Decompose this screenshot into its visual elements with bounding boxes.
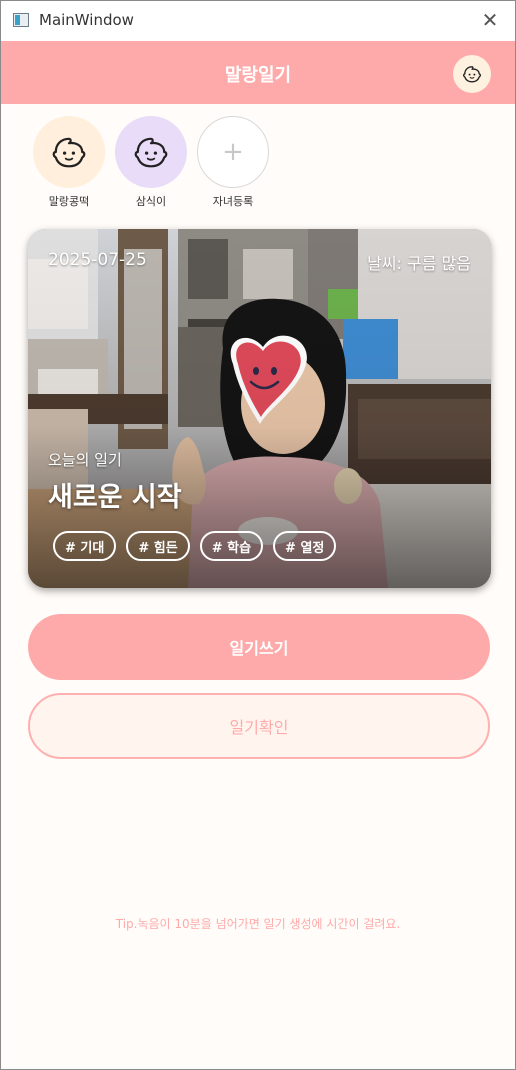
app-icon — [13, 13, 29, 27]
child-avatar — [33, 116, 105, 188]
tag-chip: # 힘든 — [126, 531, 190, 561]
main-window: MainWindow ✕ 말랑일기 말랑콩떡 삼식이 + 자녀등록 2025-0… — [0, 0, 516, 1070]
app-header: 말랑일기 — [1, 41, 515, 104]
baby-face-icon — [134, 137, 168, 168]
baby-face-icon — [463, 66, 481, 83]
app-title: 말랑일기 — [224, 65, 292, 86]
plus-icon: + — [222, 137, 244, 167]
tag-chip: # 기대 — [53, 531, 117, 561]
close-button[interactable]: ✕ — [479, 8, 501, 32]
baby-face-icon — [52, 137, 86, 168]
add-child-button[interactable]: + 자녀등록 — [197, 116, 269, 216]
tag-chip: # 학습 — [199, 531, 264, 561]
child-item-mallang[interactable]: 말랑콩떡 — [33, 116, 105, 216]
diary-weather: 날씨: 구름 많음 — [367, 254, 471, 273]
child-label: 삼식이 — [135, 195, 167, 208]
write-diary-button[interactable]: 일기쓰기 — [28, 614, 490, 680]
diary-title: 새로운 시작 — [48, 482, 182, 513]
check-diary-button[interactable]: 일기확인 — [28, 693, 490, 759]
add-child-avatar: + — [197, 116, 269, 188]
tag-chip: # 열정 — [273, 531, 337, 561]
window-title: MainWindow — [39, 11, 134, 29]
diary-date: 2025-07-25 — [48, 250, 147, 270]
tag-list: # 기대 # 힘든 # 학습 # 열정 — [53, 531, 337, 561]
profile-button[interactable] — [453, 55, 491, 93]
tip-text: Tip.녹음이 10분을 넘어가면 일기 생성에 시간이 걸려요. — [115, 917, 401, 931]
title-bar: MainWindow ✕ — [1, 1, 515, 41]
child-label: 자녀등록 — [212, 195, 254, 208]
child-item-samsik[interactable]: 삼식이 — [115, 116, 187, 216]
child-label: 말랑콩떡 — [48, 195, 90, 208]
children-list: 말랑콩떡 삼식이 + 자녀등록 — [33, 116, 269, 216]
child-avatar — [115, 116, 187, 188]
close-icon: ✕ — [481, 8, 499, 32]
diary-subtitle: 오늘의 일기 — [48, 451, 122, 469]
diary-card[interactable]: 2025-07-25 날씨: 구름 많음 오늘의 일기 새로운 시작 # 기대 … — [28, 229, 491, 588]
